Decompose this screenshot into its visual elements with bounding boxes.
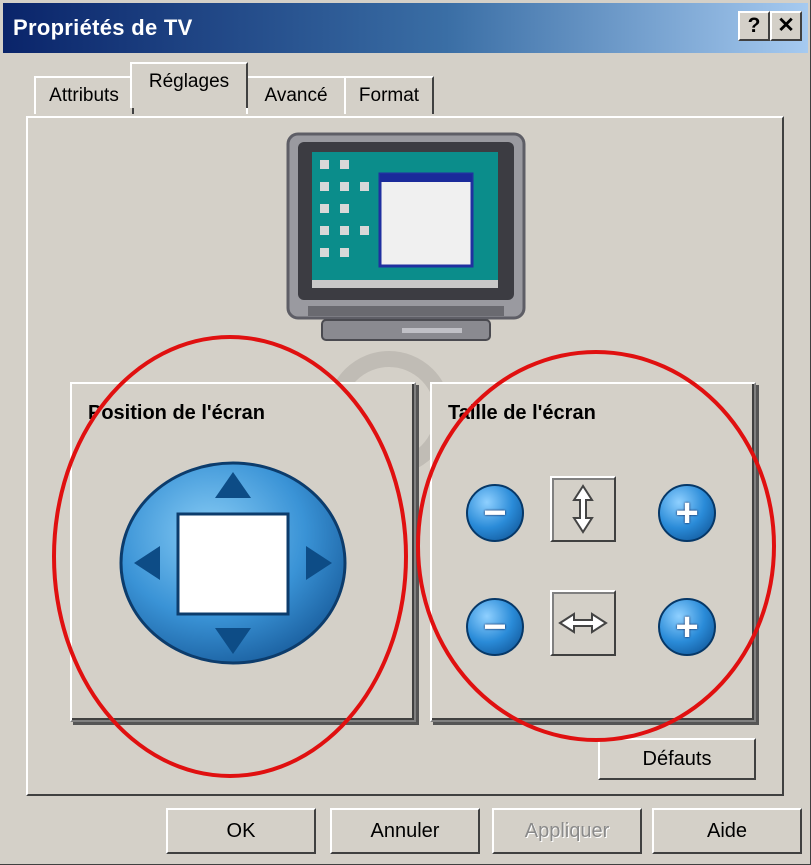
ok-button[interactable]: OK [166, 808, 316, 854]
cancel-button-label: Annuler [370, 820, 440, 842]
height-decrease-button[interactable]: − [466, 484, 524, 542]
tv-properties-dialog: Propriétés de TV ? ✕ Attributs Réglages … [0, 0, 811, 865]
horizontal-size-icon-button [550, 590, 616, 656]
tab-avance[interactable]: Avancé [246, 76, 346, 114]
apply-button[interactable]: Appliquer [492, 808, 642, 854]
plus-icon: + [675, 605, 699, 649]
defaults-button[interactable]: Défauts [598, 738, 756, 780]
ok-button-label: OK [226, 820, 256, 842]
size-group: Taille de l'écran − + − + [430, 382, 756, 722]
help-button-label: Aide [706, 820, 748, 842]
title-bar[interactable]: Propriétés de TV ? ✕ [3, 3, 808, 53]
size-group-title: Taille de l'écran [448, 402, 596, 424]
width-increase-button[interactable]: + [658, 598, 716, 656]
position-group: Position de l'écran [70, 382, 416, 722]
vertical-size-icon-button [550, 476, 616, 542]
plus-icon: + [675, 491, 699, 535]
vertical-arrows-icon [572, 484, 594, 534]
settings-panel: Position de l'écran Taille de l'écran − … [26, 116, 784, 796]
help-button[interactable]: Aide [652, 808, 802, 854]
defaults-button-label: Défauts [642, 748, 712, 770]
window-title: Propriétés de TV [13, 15, 193, 40]
apply-button-label: Appliquer [524, 820, 610, 842]
width-decrease-button[interactable]: − [466, 598, 524, 656]
horizontal-arrows-icon [558, 612, 608, 634]
height-increase-button[interactable]: + [658, 484, 716, 542]
help-title-button[interactable]: ? [738, 11, 770, 41]
position-dpad [119, 461, 347, 665]
tab-attributs[interactable]: Attributs [34, 76, 134, 114]
position-group-title: Position de l'écran [88, 402, 266, 424]
tv-preview-image [286, 132, 526, 341]
tab-format[interactable]: Format [344, 76, 434, 114]
minus-icon: − [483, 491, 507, 535]
minus-icon: − [483, 605, 507, 649]
close-button[interactable]: ✕ [770, 11, 802, 41]
cancel-button[interactable]: Annuler [330, 808, 480, 854]
tab-reglages[interactable]: Réglages [130, 62, 248, 108]
